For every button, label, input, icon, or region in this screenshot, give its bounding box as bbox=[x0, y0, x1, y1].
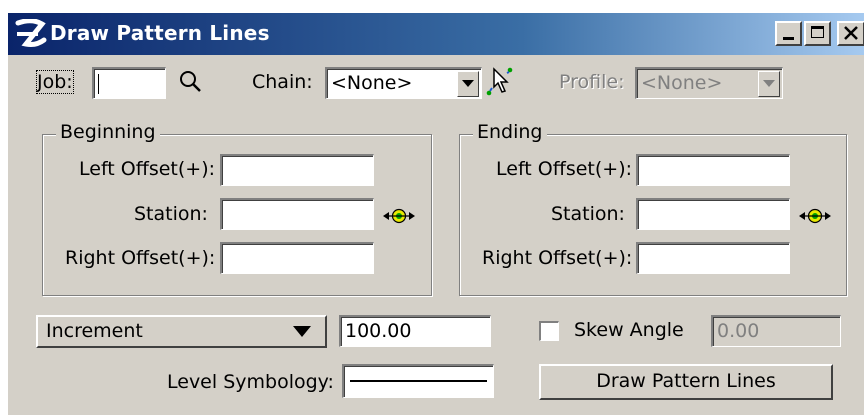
chain-label: Chain: bbox=[252, 71, 313, 93]
ending-right-offset-label: Right Offset(+): bbox=[482, 247, 633, 269]
chevron-down-icon bbox=[758, 71, 780, 97]
select-cursor-icon[interactable] bbox=[485, 65, 515, 99]
ending-station-label: Station: bbox=[551, 203, 625, 225]
window-title: Draw Pattern Lines bbox=[50, 21, 270, 45]
locate-point-icon[interactable] bbox=[382, 206, 416, 226]
draw-pattern-lines-label: Draw Pattern Lines bbox=[596, 370, 776, 392]
mode-value: Increment bbox=[46, 320, 143, 342]
increment-input[interactable]: 100.00 bbox=[339, 315, 491, 347]
dialog-window: Draw Pattern Lines Job: Chain: <None> Pr… bbox=[7, 12, 864, 415]
profile-label: Profile: bbox=[559, 71, 625, 93]
beginning-station-label: Station: bbox=[134, 203, 208, 225]
skew-angle-label[interactable]: Skew Angle bbox=[574, 319, 684, 341]
mode-dropdown[interactable]: Increment bbox=[36, 315, 327, 348]
beginning-station-input[interactable] bbox=[220, 198, 374, 230]
skew-angle-input: 0.00 bbox=[711, 315, 841, 347]
line-style-swatch bbox=[350, 380, 487, 382]
close-icon bbox=[844, 26, 858, 40]
maximize-button[interactable] bbox=[804, 21, 831, 46]
locate-point-icon[interactable] bbox=[798, 206, 832, 226]
beginning-right-offset-label: Right Offset(+): bbox=[65, 247, 216, 269]
chevron-down-icon[interactable] bbox=[457, 71, 479, 97]
chain-select[interactable]: <None> bbox=[325, 67, 482, 99]
beginning-right-offset-input[interactable] bbox=[220, 242, 374, 274]
app-logo-icon bbox=[15, 19, 47, 47]
beginning-left-offset-label: Left Offset(+): bbox=[79, 158, 216, 180]
skew-angle-checkbox[interactable] bbox=[539, 321, 559, 341]
close-button[interactable] bbox=[837, 21, 864, 46]
beginning-title: Beginning bbox=[56, 121, 160, 143]
profile-select: <None> bbox=[635, 67, 783, 99]
ending-right-offset-input[interactable] bbox=[636, 242, 790, 274]
ending-station-input[interactable] bbox=[636, 198, 790, 230]
ending-left-offset-label: Left Offset(+): bbox=[496, 158, 633, 180]
job-label: Job: bbox=[36, 70, 74, 94]
search-icon[interactable] bbox=[178, 69, 204, 95]
ending-left-offset-input[interactable] bbox=[636, 154, 790, 186]
ending-title: Ending bbox=[473, 121, 547, 143]
draw-pattern-lines-button[interactable]: Draw Pattern Lines bbox=[539, 364, 833, 400]
chevron-down-icon bbox=[293, 326, 311, 337]
level-symbology-label: Level Symbology: bbox=[167, 371, 334, 393]
maximize-icon bbox=[811, 26, 824, 38]
job-input[interactable] bbox=[92, 67, 166, 99]
minimize-icon bbox=[783, 37, 794, 40]
beginning-left-offset-input[interactable] bbox=[220, 154, 374, 186]
title-bar[interactable]: Draw Pattern Lines bbox=[8, 13, 864, 55]
level-symbology-field[interactable] bbox=[342, 364, 494, 398]
minimize-button[interactable] bbox=[775, 21, 802, 46]
